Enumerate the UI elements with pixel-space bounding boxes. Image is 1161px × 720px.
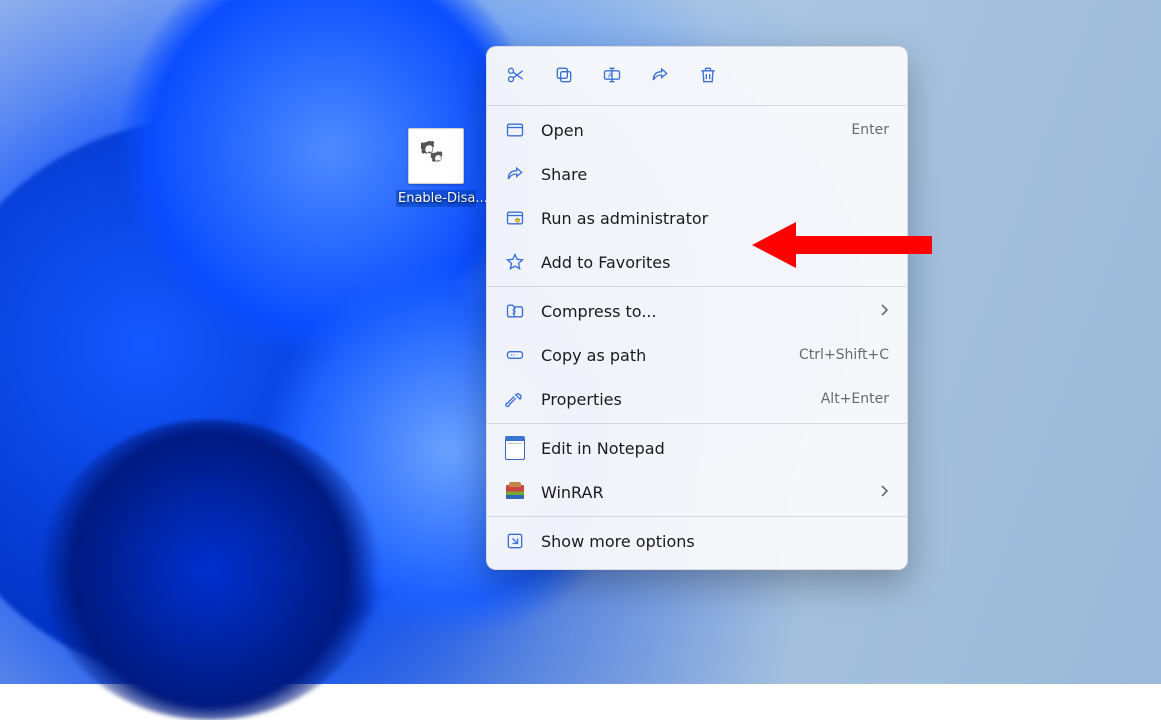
menu-item-open[interactable]: Open Enter [493,108,901,152]
menu-item-label: Properties [541,390,805,409]
wrench-icon [505,389,525,409]
notepad-icon [505,438,525,458]
rename-button[interactable]: A [591,55,633,95]
menu-item-accel: Ctrl+Shift+C [799,347,889,363]
menu-separator [487,423,907,424]
gears-icon [408,128,464,184]
menu-item-label: Add to Favorites [541,253,889,272]
menu-item-label: Compress to... [541,302,863,321]
quick-action-row: A [493,53,901,103]
cut-button[interactable] [495,55,537,95]
svg-text:A: A [608,72,613,80]
menu-item-label: Show more options [541,532,889,551]
share-arrow-icon [650,65,670,85]
menu-item-winrar[interactable]: WinRAR [493,470,901,514]
menu-separator [487,286,907,287]
copy-icon [554,65,574,85]
chevron-right-icon [879,483,889,502]
copy-button[interactable] [543,55,585,95]
menu-item-label: Open [541,121,835,140]
desktop-file-label: Enable-Disa... [396,190,476,207]
scissors-icon [506,65,526,85]
chevron-right-icon [879,302,889,321]
zip-folder-icon [505,301,525,321]
delete-button[interactable] [687,55,729,95]
menu-item-run-as-admin[interactable]: Run as administrator [493,196,901,240]
menu-item-copy-as-path[interactable]: Copy as path Ctrl+Shift+C [493,333,901,377]
star-icon [505,252,525,272]
path-icon [505,345,525,365]
menu-separator [487,105,907,106]
trash-icon [698,65,718,85]
menu-item-label: Edit in Notepad [541,439,889,458]
menu-item-label: Run as administrator [541,209,889,228]
expand-icon [505,531,525,551]
menu-item-accel: Alt+Enter [821,391,889,407]
menu-item-share[interactable]: Share [493,152,901,196]
rename-icon: A [602,65,622,85]
menu-item-label: Copy as path [541,346,783,365]
menu-item-properties[interactable]: Properties Alt+Enter [493,377,901,421]
shield-run-icon [505,208,525,228]
menu-item-compress[interactable]: Compress to... [493,289,901,333]
menu-item-accel: Enter [851,122,889,138]
menu-item-edit-in-notepad[interactable]: Edit in Notepad [493,426,901,470]
share-action-button[interactable] [639,55,681,95]
menu-item-show-more-options[interactable]: Show more options [493,519,901,563]
desktop-file-icon[interactable]: Enable-Disa... [396,128,476,207]
context-menu: A Open Enter Share Run as administrator … [486,46,908,570]
winrar-icon [505,482,525,502]
share-icon [505,164,525,184]
menu-item-add-to-favorites[interactable]: Add to Favorites [493,240,901,284]
app-window-icon [505,120,525,140]
menu-item-label: Share [541,165,889,184]
menu-item-label: WinRAR [541,483,863,502]
menu-separator [487,516,907,517]
